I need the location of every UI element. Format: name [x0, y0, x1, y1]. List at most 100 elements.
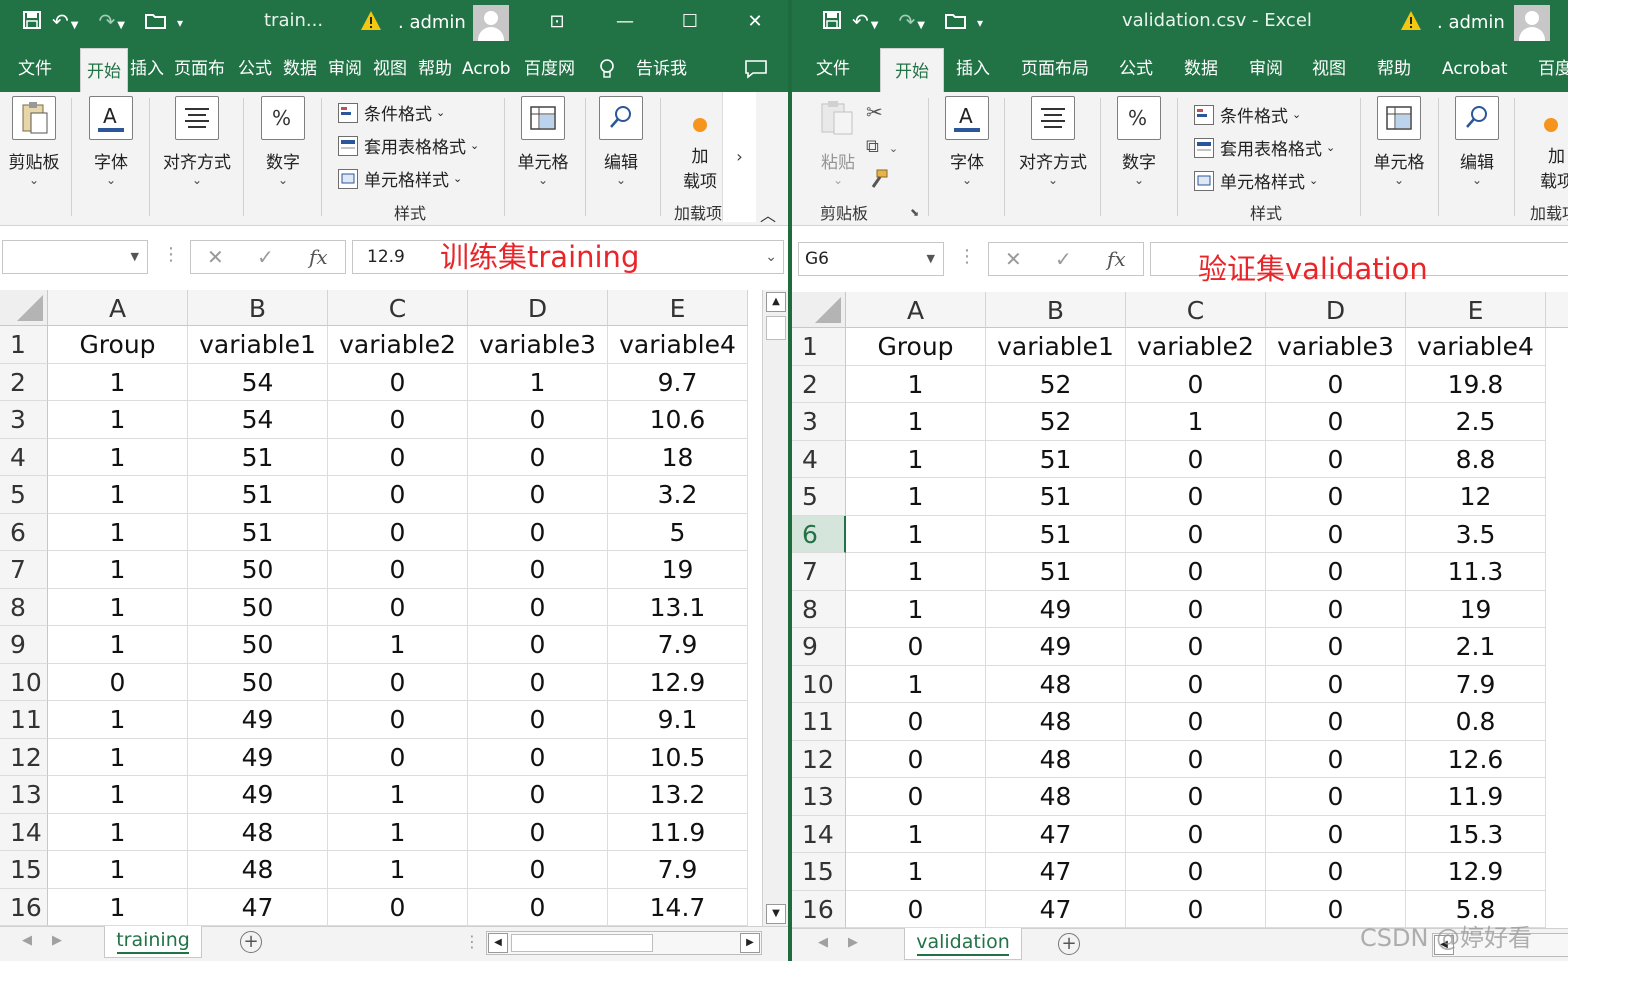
cell-b16[interactable]: 47: [986, 890, 1126, 928]
cell-c8[interactable]: 0: [328, 588, 468, 626]
cell-a5[interactable]: 1: [846, 478, 986, 516]
tab-formulas[interactable]: 公式: [1119, 46, 1153, 92]
row-header[interactable]: 11: [0, 701, 48, 739]
cell-d12[interactable]: 0: [1266, 740, 1406, 778]
tab-home[interactable]: 开始: [80, 48, 128, 94]
row-header[interactable]: 12: [792, 740, 846, 778]
tab-data[interactable]: 数据: [1184, 46, 1218, 92]
cell-e1[interactable]: variable4: [608, 326, 748, 364]
cell-c1[interactable]: variable2: [328, 326, 468, 364]
column-header-d[interactable]: D: [1266, 292, 1406, 328]
undo-icon[interactable]: ↶ ▼: [52, 6, 88, 41]
clipboard-button[interactable]: 剪贴板 ⌄: [6, 96, 62, 187]
save-icon[interactable]: [22, 8, 42, 38]
cell-b8[interactable]: 50: [188, 588, 328, 626]
cell-e8[interactable]: 13.1: [608, 588, 748, 626]
formula-bar-grip-icon[interactable]: ⋮: [162, 244, 180, 265]
avatar[interactable]: [1514, 5, 1550, 41]
cell-e6[interactable]: 5: [608, 513, 748, 551]
row-header[interactable]: 5: [792, 478, 846, 516]
cell-e5[interactable]: 12: [1406, 478, 1546, 516]
row-header[interactable]: 2: [0, 363, 48, 401]
cell-c11[interactable]: 0: [1126, 703, 1266, 741]
column-header-c[interactable]: C: [328, 290, 468, 326]
cell-e13[interactable]: 13.2: [608, 776, 748, 814]
cell-e1[interactable]: variable4: [1406, 328, 1546, 366]
row-header[interactable]: 4: [792, 440, 846, 478]
cell-a9[interactable]: 1: [48, 626, 188, 664]
cell-c9[interactable]: 0: [1126, 628, 1266, 666]
warning-icon[interactable]: [1400, 10, 1422, 32]
paste-button[interactable]: 粘贴 ⌄: [814, 96, 862, 187]
cell-d14[interactable]: 0: [468, 813, 608, 851]
cell-c6[interactable]: 0: [1126, 515, 1266, 553]
cell-e14[interactable]: 15.3: [1406, 815, 1546, 853]
cell-c8[interactable]: 0: [1126, 590, 1266, 628]
cell-b9[interactable]: 50: [188, 626, 328, 664]
cell-c10[interactable]: 0: [328, 663, 468, 701]
cell-e11[interactable]: 9.1: [608, 701, 748, 739]
expand-formula-icon[interactable]: ⌄: [765, 249, 777, 265]
row-header[interactable]: 3: [0, 401, 48, 439]
cell-c11[interactable]: 0: [328, 701, 468, 739]
row-header[interactable]: 14: [792, 815, 846, 853]
row-header[interactable]: 13: [792, 778, 846, 816]
row-header[interactable]: 1: [792, 328, 846, 366]
cell-e10[interactable]: 7.9: [1406, 665, 1546, 703]
sheet-tab-training[interactable]: training: [104, 926, 202, 958]
row-header[interactable]: 10: [792, 665, 846, 703]
name-box[interactable]: ▼: [2, 240, 148, 274]
cell-b15[interactable]: 48: [188, 851, 328, 889]
worksheet-grid[interactable]: A B C D E 1 Group variable1 variable2 variab…: [0, 290, 788, 926]
addins-button[interactable]: 加 载项: [1530, 96, 1568, 192]
cell-d6[interactable]: 0: [1266, 515, 1406, 553]
dialog-launcher-icon[interactable]: ⬊: [910, 206, 919, 219]
row-header[interactable]: 6: [0, 513, 48, 551]
cell-b1[interactable]: variable1: [188, 326, 328, 364]
cell-a15[interactable]: 1: [846, 853, 986, 891]
cell-d5[interactable]: 0: [468, 476, 608, 514]
cell-a7[interactable]: 1: [846, 553, 986, 591]
cell-a1[interactable]: Group: [846, 328, 986, 366]
column-header-e[interactable]: E: [1406, 292, 1546, 328]
row-header[interactable]: 10: [0, 663, 48, 701]
scroll-left-icon[interactable]: ◀: [488, 933, 508, 953]
cell-e9[interactable]: 7.9: [608, 626, 748, 664]
cell-b12[interactable]: 49: [188, 738, 328, 776]
cell-e12[interactable]: 10.5: [608, 738, 748, 776]
column-header-a[interactable]: A: [846, 292, 986, 328]
tab-baidu[interactable]: 百度: [1538, 46, 1568, 92]
cell-b6[interactable]: 51: [188, 513, 328, 551]
vertical-scrollbar[interactable]: ▲ ▼: [762, 290, 788, 926]
cells-button[interactable]: 单元格 ⌄: [1370, 96, 1428, 187]
tab-review[interactable]: 审阅: [1249, 46, 1283, 92]
cell-a12[interactable]: 1: [48, 738, 188, 776]
redo-icon[interactable]: ↷ ▼: [898, 6, 934, 41]
format-as-table-button[interactable]: 套用表格格式 ⌄: [1194, 135, 1335, 160]
open-folder-icon[interactable]: [944, 8, 967, 38]
cell-d13[interactable]: 0: [468, 776, 608, 814]
cell-c7[interactable]: 0: [1126, 553, 1266, 591]
tab-insert[interactable]: 插入: [130, 46, 164, 92]
cell-b2[interactable]: 54: [188, 363, 328, 401]
maximize-icon[interactable]: ☐: [675, 8, 705, 36]
cell-a1[interactable]: Group: [48, 326, 188, 364]
cell-b14[interactable]: 48: [188, 813, 328, 851]
cell-a9[interactable]: 0: [846, 628, 986, 666]
cell-e10[interactable]: 12.9: [608, 663, 748, 701]
cell-a11[interactable]: 1: [48, 701, 188, 739]
cell-a8[interactable]: 1: [846, 590, 986, 628]
ribbon-scroll-right-icon[interactable]: ›: [722, 92, 756, 222]
editing-button[interactable]: 编辑 ⌄: [596, 96, 646, 187]
cell-c4[interactable]: 0: [328, 438, 468, 476]
tab-baidu[interactable]: 百度网: [524, 46, 575, 92]
number-button[interactable]: % 数字 ⌄: [1114, 96, 1164, 187]
cell-e2[interactable]: 19.8: [1406, 365, 1546, 403]
select-all-corner[interactable]: [0, 290, 48, 326]
font-button[interactable]: A 字体 ⌄: [86, 96, 136, 187]
row-header[interactable]: 16: [792, 890, 846, 928]
cell-a10[interactable]: 0: [48, 663, 188, 701]
cell-a11[interactable]: 0: [846, 703, 986, 741]
cell-e2[interactable]: 9.7: [608, 363, 748, 401]
lightbulb-icon[interactable]: [598, 46, 616, 92]
